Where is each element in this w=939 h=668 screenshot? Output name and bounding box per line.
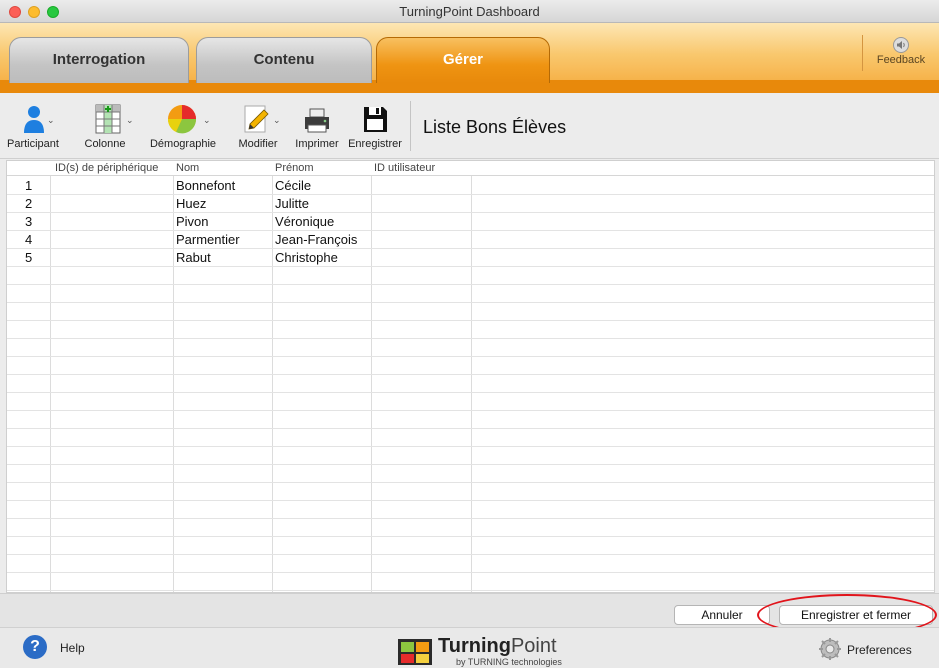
tab-contenu[interactable]: Contenu	[196, 37, 372, 83]
brand-tagline: by TURNING technologies	[456, 657, 562, 667]
logo-icon	[398, 639, 432, 665]
gear-icon	[819, 638, 841, 660]
column-header-user-id[interactable]: ID utilisateur	[374, 162, 435, 174]
table-row[interactable]: 4 Parmentier Jean-François	[7, 231, 934, 249]
empty-row[interactable]	[7, 537, 934, 555]
edit-label: Modifier	[238, 138, 278, 150]
title-bar: TurningPoint Dashboard	[0, 0, 939, 23]
feedback-button[interactable]: Feedback	[862, 35, 939, 71]
row-number: 4	[25, 232, 33, 247]
empty-row[interactable]	[7, 555, 934, 573]
toolbar: ⌄ Participant ⌄ Colonne ⌄ Démographie ⌄ …	[0, 93, 939, 159]
feedback-label: Feedback	[876, 54, 926, 66]
tab-bar: Interrogation Contenu Gérer Feedback	[0, 23, 939, 93]
participant-icon	[24, 106, 44, 133]
save-label: Enregistrer	[348, 138, 402, 150]
app-window: TurningPoint Dashboard Interrogation Con…	[0, 0, 939, 668]
participant-label: Participant	[7, 138, 59, 150]
table-row[interactable]: 3 Pivon Véronique	[7, 213, 934, 231]
empty-row[interactable]	[7, 483, 934, 501]
chevron-down-icon: ⌄	[47, 115, 55, 125]
empty-row[interactable]	[7, 285, 934, 303]
save-icon	[364, 107, 387, 132]
list-title: Liste Bons Élèves	[423, 117, 567, 137]
participant-table[interactable]: ID(s) de périphérique Nom Prénom ID util…	[6, 160, 935, 593]
chevron-down-icon: ⌄	[273, 115, 281, 125]
toolbar-divider	[410, 101, 411, 151]
empty-row[interactable]	[7, 375, 934, 393]
first-name-cell[interactable]: Julitte	[275, 196, 309, 211]
last-name-cell[interactable]: Pivon	[176, 214, 209, 229]
print-button[interactable]: Imprimer	[291, 101, 343, 157]
empty-row[interactable]	[7, 357, 934, 375]
first-name-cell[interactable]: Cécile	[275, 178, 311, 193]
help-label: Help	[60, 641, 85, 655]
pencil-icon	[244, 105, 269, 133]
dialog-footer: Annuler Enregistrer et fermer	[0, 593, 939, 636]
first-name-cell[interactable]: Véronique	[275, 214, 334, 229]
edit-button[interactable]: ⌄ Modifier	[230, 101, 286, 157]
speaker-icon	[893, 37, 909, 53]
pie-chart-icon	[167, 105, 197, 134]
empty-row[interactable]	[7, 411, 934, 429]
empty-row[interactable]	[7, 447, 934, 465]
empty-row[interactable]	[7, 573, 934, 591]
row-number: 5	[25, 250, 33, 265]
tab-gerer[interactable]: Gérer	[376, 37, 550, 83]
chevron-down-icon: ⌄	[203, 115, 211, 125]
window-title: TurningPoint Dashboard	[399, 4, 540, 19]
empty-row[interactable]	[7, 429, 934, 447]
minimize-window-button[interactable]	[28, 6, 40, 18]
brand-name-light: Point	[510, 635, 557, 657]
last-name-cell[interactable]: Parmentier	[176, 232, 240, 247]
empty-row[interactable]	[7, 303, 934, 321]
help-icon: ?	[23, 635, 47, 659]
table-header: ID(s) de périphérique Nom Prénom ID util…	[7, 161, 934, 176]
close-window-button[interactable]	[9, 6, 21, 18]
empty-row[interactable]	[7, 339, 934, 357]
empty-row[interactable]	[7, 321, 934, 339]
first-name-cell[interactable]: Jean-François	[275, 232, 357, 247]
print-label: Imprimer	[295, 138, 339, 150]
brand-name: TurningPoint	[438, 635, 557, 658]
column-button[interactable]: ⌄ Colonne	[72, 101, 138, 157]
last-name-cell[interactable]: Huez	[176, 196, 206, 211]
column-header-last-name[interactable]: Nom	[176, 162, 199, 174]
table-row[interactable]: 1 Bonnefont Cécile	[7, 177, 934, 195]
maximize-window-button[interactable]	[47, 6, 59, 18]
first-name-cell[interactable]: Christophe	[275, 250, 338, 265]
table-row[interactable]: 5 Rabut Christophe	[7, 249, 934, 267]
empty-row[interactable]	[7, 519, 934, 537]
last-name-cell[interactable]: Rabut	[176, 250, 211, 265]
tab-interrogation[interactable]: Interrogation	[9, 37, 189, 83]
row-number: 3	[25, 214, 33, 229]
empty-row[interactable]	[7, 465, 934, 483]
row-number: 1	[25, 178, 33, 193]
column-header-first-name[interactable]: Prénom	[275, 162, 314, 174]
column-label: Colonne	[84, 138, 126, 150]
preferences-label: Preferences	[847, 643, 912, 657]
status-bar: ? Help TurningPoint by TURNING technolog…	[0, 627, 939, 668]
demographics-label: Démographie	[149, 138, 217, 150]
row-number: 2	[25, 196, 33, 211]
turningpoint-logo: TurningPoint by TURNING technologies	[396, 635, 566, 668]
chevron-down-icon: ⌄	[126, 115, 134, 125]
save-button[interactable]: Enregistrer	[345, 101, 405, 157]
brand-name-bold: Turning	[438, 635, 511, 657]
empty-row[interactable]	[7, 501, 934, 519]
column-icon	[95, 104, 121, 134]
empty-row[interactable]	[7, 267, 934, 285]
participant-button[interactable]: ⌄ Participant	[4, 101, 62, 157]
printer-icon	[305, 108, 329, 133]
cancel-button[interactable]: Annuler	[674, 605, 770, 625]
column-header-device-id[interactable]: ID(s) de périphérique	[55, 162, 158, 174]
demographics-button[interactable]: ⌄ Démographie	[146, 101, 220, 157]
table-row[interactable]: 2 Huez Julitte	[7, 195, 934, 213]
table-body: 1 Bonnefont Cécile 2 Huez Julitte 3 Pivo…	[7, 177, 934, 592]
empty-row[interactable]	[7, 393, 934, 411]
last-name-cell[interactable]: Bonnefont	[176, 178, 235, 193]
